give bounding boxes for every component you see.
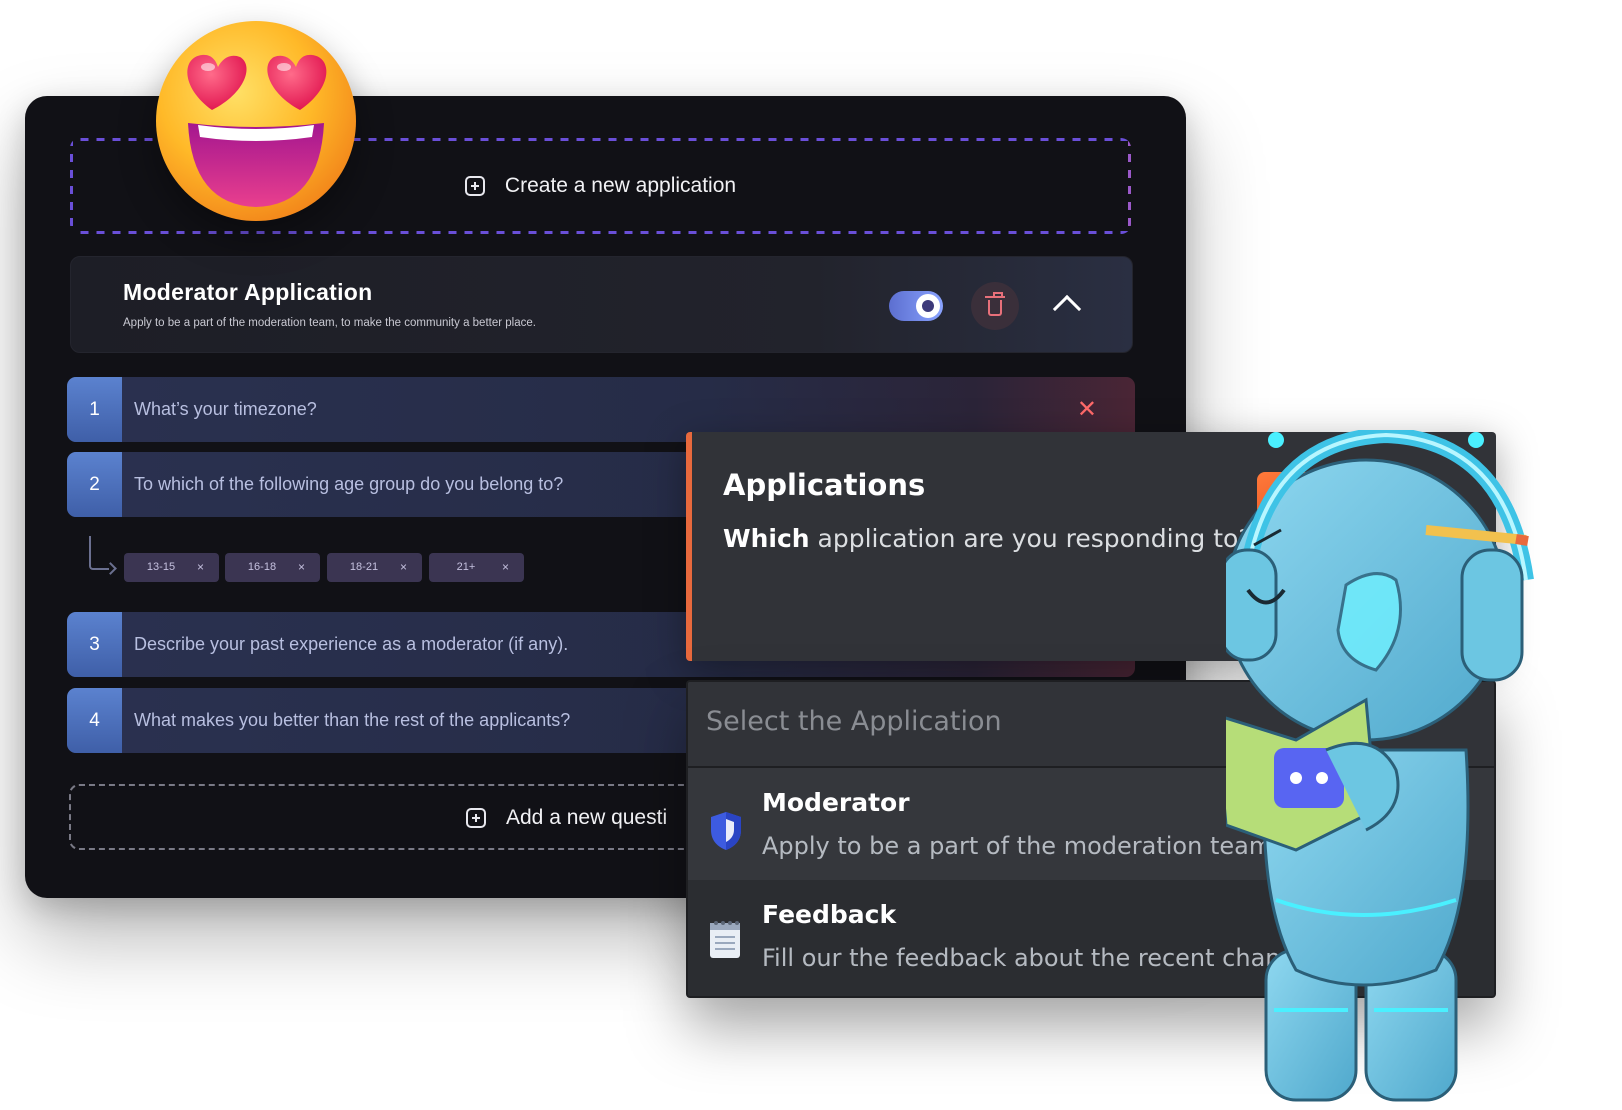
shield-icon <box>711 812 741 850</box>
remove-question-icon[interactable]: ✕ <box>1077 397 1097 421</box>
question-text: What makes you better than the rest of t… <box>134 710 571 730</box>
create-application-label: Create a new application <box>504 174 737 197</box>
age-option-label: 16-18 <box>247 561 277 573</box>
question-number: 2 <box>67 452 122 517</box>
robot-mascot-icon <box>1226 430 1534 1102</box>
question-number: 1 <box>67 377 122 442</box>
question-text: To which of the following age group do y… <box>134 474 564 494</box>
chip-remove-icon[interactable]: × <box>400 560 407 574</box>
toggle-knob <box>916 294 940 318</box>
option-description: Apply to be a part of the moderation tea… <box>762 832 1280 860</box>
option-title: Feedback <box>762 900 897 929</box>
option-title: Moderator <box>762 788 910 817</box>
application-enable-toggle[interactable] <box>889 291 943 321</box>
select-placeholder: Select the Application <box>706 706 1002 737</box>
question-number: 4 <box>67 688 122 753</box>
plus-square-icon <box>466 808 486 828</box>
plus-square-icon <box>464 176 485 196</box>
age-option-label: 18-21 <box>349 561 379 573</box>
chevron-up-icon[interactable] <box>1052 294 1082 324</box>
age-option-chip[interactable]: 16-18 × <box>225 553 320 582</box>
notepad-icon <box>710 921 740 958</box>
delete-application-button[interactable] <box>971 282 1019 330</box>
chip-remove-icon[interactable]: × <box>298 560 305 574</box>
embed-title: Applications <box>723 468 926 502</box>
chip-remove-icon[interactable]: × <box>502 560 509 574</box>
trash-icon <box>985 292 1005 316</box>
embed-question-rest: application are you responding to? <box>809 524 1252 553</box>
embed-question-bold: Which <box>723 524 810 553</box>
age-option-label: 13-15 <box>146 561 176 573</box>
question-text: Describe your past experience as a moder… <box>134 634 569 654</box>
question-text: What’s your timezone? <box>134 399 317 419</box>
age-option-chip[interactable]: 18-21 × <box>327 553 422 582</box>
add-question-label: Add a new questi <box>506 806 668 829</box>
age-option-label: 21+ <box>456 561 476 573</box>
application-description: Apply to be a part of the moderation tea… <box>123 317 536 329</box>
question-number: 3 <box>67 612 122 677</box>
age-option-chip[interactable]: 13-15 × <box>124 553 219 582</box>
age-option-chip[interactable]: 21+ × <box>429 553 524 582</box>
stage: Create a new application Moderator Appli… <box>0 0 1622 1110</box>
application-title: Moderator Application <box>123 279 373 305</box>
chip-remove-icon[interactable]: × <box>197 560 204 574</box>
embed-question: Which application are you responding to? <box>723 524 1252 553</box>
application-card[interactable]: Moderator Application Apply to be a part… <box>70 256 1133 353</box>
heart-eyes-emoji-icon <box>156 21 356 221</box>
